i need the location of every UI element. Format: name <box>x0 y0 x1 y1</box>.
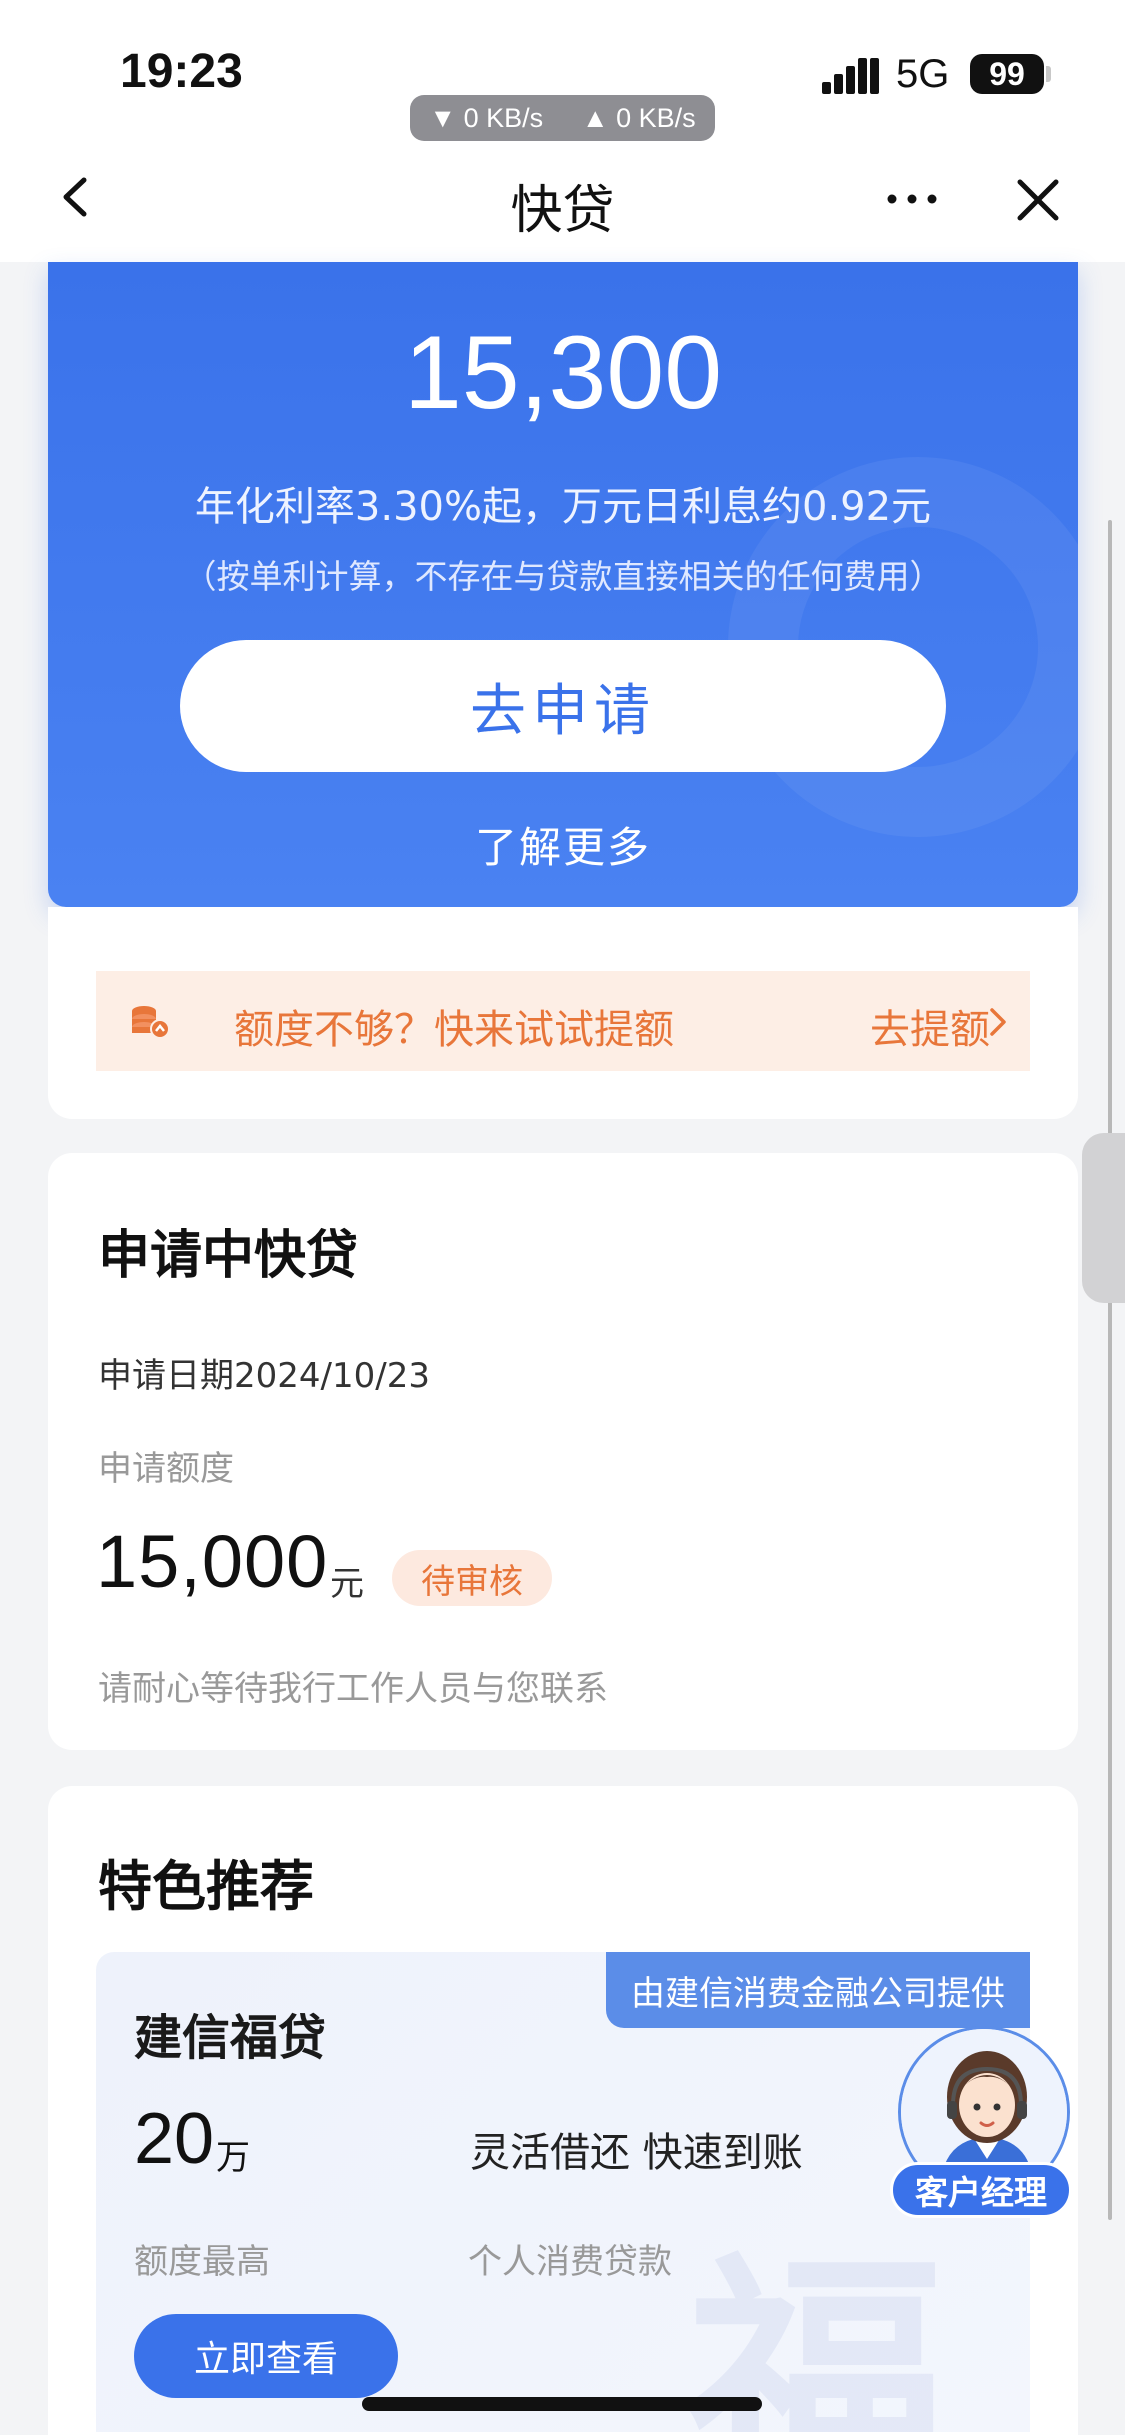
status-bar: 19:23 ▼ 0 KB/s ▲ 0 KB/s 5G 99 <box>0 0 1125 150</box>
product-slogan: 灵活借还 快速到账 <box>470 2130 803 2176</box>
product-type: 个人消费贷款 <box>468 2242 672 2282</box>
increase-limit-link[interactable]: 去提额 <box>870 997 990 1055</box>
chevron-right-icon <box>990 1008 1006 1036</box>
coin-stack-icon <box>132 1006 170 1039</box>
application-amount-label: 申请额度 <box>98 1449 234 1489</box>
provider-tag: 由建信消费金融公司提供 <box>606 1952 1030 2028</box>
application-date: 申请日期2024/10/23 <box>98 1356 430 1396</box>
application-amount-unit: 元 <box>330 1564 364 1604</box>
featured-title: 特色推荐 <box>98 1855 314 1918</box>
customer-manager-button[interactable]: 客户经理 <box>890 2026 1076 2222</box>
fee-note: （按单利计算，不存在与贷款直接相关的任何费用） <box>183 557 943 596</box>
apply-button[interactable]: 去申请 <box>180 640 946 772</box>
scroll-handle[interactable] <box>1082 1133 1125 1303</box>
product-max-amount: 20 <box>134 2099 215 2179</box>
loan-offer-card: 15,300 年化利率3.30%起，万元日利息约0.92元 （按单利计算，不存在… <box>48 262 1078 907</box>
signal-icon <box>822 58 879 94</box>
application-message: 请耐心等待我行工作人员与您联系 <box>98 1669 608 1709</box>
interest-rate-text: 年化利率3.30%起，万元日利息约0.92元 <box>194 484 932 530</box>
view-now-button[interactable]: 立即查看 <box>134 2314 398 2398</box>
battery-icon: 99 <box>970 54 1044 94</box>
product-max-label: 额度最高 <box>134 2242 270 2282</box>
product-max-unit: 万 <box>216 2138 250 2178</box>
application-card: 申请中快贷 申请日期2024/10/23 申请额度 15,000 元 待审核 请… <box>48 1153 1078 1750</box>
network-speed-pill: ▼ 0 KB/s ▲ 0 KB/s <box>410 95 715 141</box>
status-badge: 待审核 <box>392 1550 552 1606</box>
download-speed: ▼ 0 KB/s <box>429 102 544 133</box>
upload-speed: ▲ 0 KB/s <box>581 102 696 133</box>
available-amount: 15,300 <box>403 315 723 431</box>
page-title: 快贷 <box>510 181 615 241</box>
more-dots-icon[interactable] <box>884 174 940 224</box>
home-indicator[interactable] <box>362 2397 762 2411</box>
application-title: 申请中快贷 <box>98 1226 359 1286</box>
nav-bar: 快贷 <box>0 150 1125 262</box>
customer-manager-label: 客户经理 <box>890 2162 1072 2218</box>
product-name: 建信福贷 <box>134 2010 327 2066</box>
close-icon[interactable] <box>1010 172 1066 228</box>
scrollbar-track <box>1108 520 1112 2220</box>
application-amount: 15,000 <box>96 1520 329 1603</box>
learn-more-link[interactable]: 了解更多 <box>48 814 1078 875</box>
battery-level: 99 <box>989 55 1025 92</box>
limit-card: 额度不够？快来试试提额 去提额 <box>48 907 1078 1119</box>
status-time: 19:23 <box>120 45 243 98</box>
battery-nub <box>1046 66 1051 82</box>
network-type: 5G <box>896 52 950 96</box>
increase-limit-banner[interactable]: 额度不够？快来试试提额 去提额 <box>96 971 1030 1071</box>
increase-limit-text: 额度不够？快来试试提额 <box>234 1007 674 1053</box>
